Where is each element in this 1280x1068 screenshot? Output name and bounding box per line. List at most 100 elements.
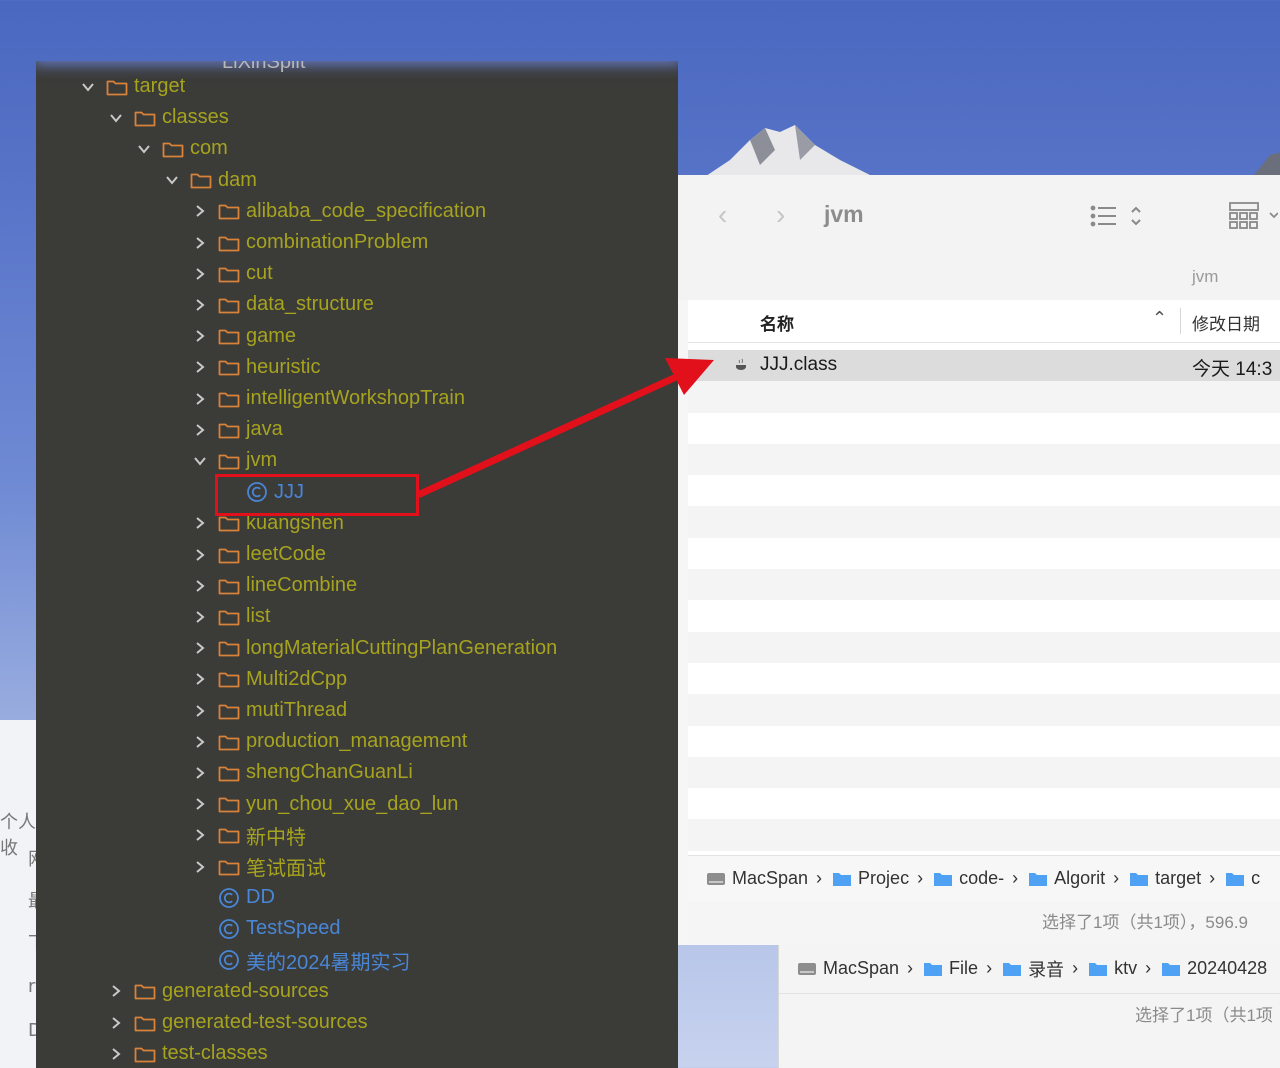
chevron-right-icon[interactable] — [188, 792, 212, 816]
chevron-right-icon[interactable] — [104, 1042, 128, 1066]
folder-icon — [933, 871, 953, 887]
path-crumb[interactable]: MacSpan › — [797, 958, 923, 979]
chevron-right-icon[interactable] — [188, 387, 212, 411]
empty-row — [688, 788, 1280, 819]
folder-icon — [218, 421, 240, 439]
chevron-right-icon[interactable] — [188, 543, 212, 567]
chevron-right-icon[interactable] — [188, 293, 212, 317]
tree-folder-item[interactable]: 笔试面试 — [188, 851, 326, 882]
chevron-down-icon[interactable] — [104, 106, 128, 130]
chevron-right-icon[interactable] — [188, 324, 212, 348]
chevron-right-icon[interactable] — [188, 699, 212, 723]
path-crumb[interactable]: c — [1225, 868, 1260, 889]
tree-folder-item[interactable]: shengChanGuanLi — [188, 757, 413, 788]
tree-folder-item[interactable]: intelligentWorkshopTrain — [188, 383, 465, 414]
tree-folder-item[interactable]: leetCode — [188, 539, 326, 570]
chevron-down-icon[interactable] — [76, 75, 100, 99]
tree-item-cut-off[interactable]: LiXinSplit — [222, 61, 305, 74]
tree-folder-item[interactable]: target — [76, 71, 185, 102]
tree-folder-item[interactable]: classes — [104, 102, 229, 133]
chevron-right-icon[interactable] — [188, 730, 212, 754]
path-crumb[interactable]: Projec › — [832, 868, 933, 889]
list-view-icon[interactable] — [1090, 203, 1150, 229]
chevron-right-icon[interactable] — [188, 636, 212, 660]
tree-folder-item[interactable]: production_management — [188, 726, 467, 757]
path-crumb[interactable]: target › — [1129, 868, 1225, 889]
tree-folder-item[interactable]: Multi2dCpp — [188, 664, 347, 695]
chevron-right-icon: › — [1209, 868, 1216, 888]
chevron-right-icon[interactable] — [104, 979, 128, 1003]
tree-folder-item[interactable]: generated-sources — [104, 976, 329, 1007]
path-crumb[interactable]: code- › — [933, 868, 1028, 889]
column-date-header[interactable]: 修改日期 — [1192, 310, 1260, 335]
file-date: 今天 14:3 — [1192, 359, 1273, 380]
chevron-right-icon[interactable] — [188, 855, 212, 879]
tree-folder-item[interactable]: combinationProblem — [188, 227, 428, 258]
path-crumb-label: MacSpan — [823, 958, 900, 978]
chevron-down-icon[interactable] — [160, 168, 184, 192]
tree-folder-item[interactable]: data_structure — [188, 289, 374, 320]
window-subtitle: jvm — [1192, 267, 1219, 286]
chevron-down-icon[interactable] — [188, 449, 212, 473]
folder-icon — [218, 452, 240, 470]
column-header: 名称 ⌃ 修改日期 — [688, 300, 1280, 343]
java-class-icon — [218, 887, 240, 909]
chevron-right-icon[interactable] — [188, 667, 212, 691]
tree-class-item[interactable]: 美的2024暑期实习 — [218, 945, 411, 976]
chevron-down-icon[interactable] — [132, 137, 156, 161]
back-arrow-icon[interactable]: ‹ — [718, 199, 727, 231]
empty-row — [688, 381, 1280, 413]
tree-folder-item[interactable]: generated-test-sources — [104, 1007, 368, 1038]
path-crumb[interactable]: 20240428 — [1161, 958, 1267, 979]
tree-class-item[interactable]: DD — [218, 882, 275, 913]
chevron-right-icon[interactable] — [188, 823, 212, 847]
tree-item-label: lineCombine — [246, 574, 358, 597]
tree-folder-item[interactable]: jvm — [188, 445, 277, 476]
sort-ascending-icon[interactable]: ⌃ — [1152, 308, 1167, 329]
tree-item-label: longMaterialCuttingPlanGeneration — [246, 636, 558, 659]
empty-row — [688, 413, 1280, 444]
tree-folder-item[interactable]: 新中特 — [188, 820, 306, 851]
path-crumb[interactable]: File › — [923, 958, 1002, 979]
forward-arrow-icon[interactable]: › — [776, 199, 785, 231]
tree-folder-item[interactable]: com — [132, 133, 228, 164]
chevron-right-icon[interactable] — [188, 355, 212, 379]
chevron-right-icon[interactable] — [188, 761, 212, 785]
tree-folder-item[interactable]: mutiThread — [188, 695, 347, 726]
path-crumb[interactable]: Algorit › — [1028, 868, 1129, 889]
chevron-right-icon[interactable] — [188, 231, 212, 255]
path-crumb[interactable]: ktv › — [1088, 958, 1161, 979]
tree-folder-item[interactable]: longMaterialCuttingPlanGeneration — [188, 633, 557, 664]
tree-folder-item[interactable]: list — [188, 601, 270, 632]
chevron-right-icon[interactable] — [188, 262, 212, 286]
chevron-right-icon: › — [816, 868, 823, 888]
tree-folder-item[interactable]: cut — [188, 258, 273, 289]
chevron-right-icon[interactable] — [188, 574, 212, 598]
tree-folder-item[interactable]: dam — [160, 165, 257, 196]
path-crumb[interactable]: 录音 › — [1002, 956, 1088, 982]
chevron-right-icon[interactable] — [188, 511, 212, 535]
tree-class-item[interactable]: TestSpeed — [218, 913, 341, 944]
tree-folder-item[interactable]: heuristic — [188, 352, 320, 383]
tree-folder-item[interactable]: yun_chou_xue_dao_lun — [188, 789, 458, 820]
column-divider[interactable] — [1180, 308, 1181, 334]
chevron-right-icon[interactable] — [104, 1011, 128, 1035]
column-name-header[interactable]: 名称 — [760, 310, 794, 335]
gallery-view-icon[interactable] — [1228, 201, 1278, 231]
tree-item-label: shengChanGuanLi — [246, 761, 413, 784]
tree-folder-item[interactable]: game — [188, 321, 296, 352]
tree-folder-item[interactable]: java — [188, 414, 283, 445]
tree-item-label: list — [246, 605, 271, 628]
chevron-right-icon: › — [1012, 868, 1019, 888]
chevron-right-icon[interactable] — [188, 418, 212, 442]
path-crumb-label: 20240428 — [1187, 958, 1268, 978]
watermark: CSDN @Hello Dam — [1140, 1044, 1262, 1059]
file-row[interactable]: JJJ.class 今天 14:3 — [688, 350, 1280, 382]
chevron-right-icon[interactable] — [188, 199, 212, 223]
tree-folder-item[interactable]: test-classes — [104, 1038, 268, 1068]
tree-folder-item[interactable]: lineCombine — [188, 570, 357, 601]
tree-item-label: com — [190, 137, 228, 160]
chevron-right-icon[interactable] — [188, 605, 212, 629]
path-crumb[interactable]: MacSpan › — [706, 868, 832, 889]
tree-folder-item[interactable]: alibaba_code_specification — [188, 196, 486, 227]
